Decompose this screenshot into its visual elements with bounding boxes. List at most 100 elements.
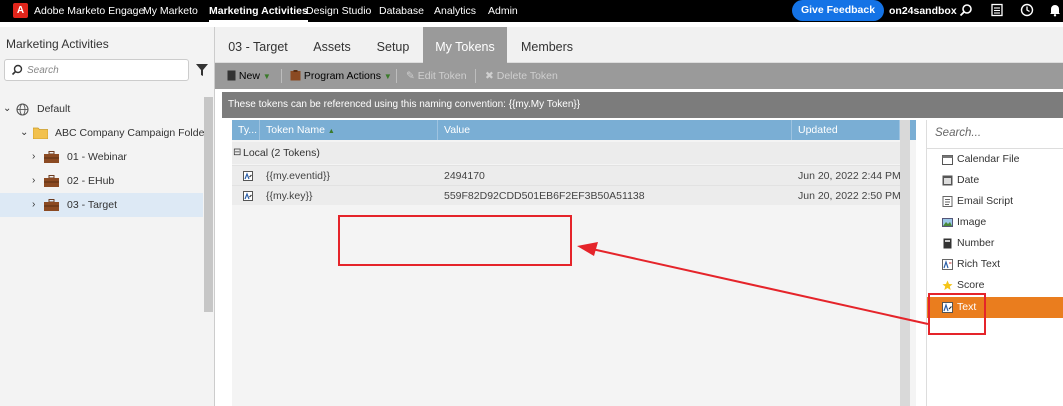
table-row[interactable]: {{my.key}} 559F82D92CDD501EB6F2EF3B50A51… xyxy=(232,185,901,205)
search-icon xyxy=(11,64,23,76)
nav-analytics[interactable]: Analytics xyxy=(434,0,476,22)
program-actions-label: Program Actions xyxy=(303,70,381,82)
tree-item-03-target[interactable]: › 03 - Target xyxy=(0,193,203,217)
dropdown-arrow-icon: ▼ xyxy=(262,72,271,81)
edit-token-label: Edit Token xyxy=(417,70,467,82)
token-group-local[interactable]: ⊟ Local (2 Tokens) xyxy=(232,142,900,164)
marketing-activities-panel: Marketing Activities Search ⌄ Default ⌄ … xyxy=(0,27,215,406)
token-type-calendar-file[interactable]: Calendar File xyxy=(927,149,1063,170)
script-icon xyxy=(942,196,953,207)
token-type-rich-text[interactable]: Rich Text xyxy=(927,254,1063,275)
chevron-down-icon[interactable]: ⌄ xyxy=(20,121,28,145)
toolbar-separator xyxy=(475,69,476,83)
tab-members[interactable]: Members xyxy=(507,27,587,63)
nav-design-studio[interactable]: Design Studio xyxy=(306,0,371,22)
toolbar-separator xyxy=(396,69,397,83)
nav-my-marketo[interactable]: My Marketo xyxy=(143,0,198,22)
bell-icon[interactable] xyxy=(1048,3,1062,17)
star-icon xyxy=(942,280,953,290)
tab-setup[interactable]: Setup xyxy=(363,27,423,63)
token-type-image[interactable]: Image xyxy=(927,212,1063,233)
clock-icon[interactable] xyxy=(1020,3,1034,17)
token-updated: Jun 20, 2022 2:44 PM xyxy=(798,170,901,182)
token-type-label: Date xyxy=(957,174,980,186)
image-icon xyxy=(942,218,953,227)
token-value: 559F82D92CDD501EB6F2EF3B50A51138 xyxy=(444,190,645,202)
delete-token-button[interactable]: ✖ Delete Token xyxy=(485,63,558,89)
grid-icon[interactable] xyxy=(990,3,1004,17)
program-actions-icon xyxy=(290,70,301,81)
delete-icon: ✖ xyxy=(485,70,494,82)
token-type-number[interactable]: Number xyxy=(927,233,1063,254)
program-actions-button[interactable]: Program Actions ▼ xyxy=(290,63,392,89)
text-token-icon xyxy=(243,171,253,181)
tab-my-tokens[interactable]: My Tokens xyxy=(423,27,507,63)
column-value[interactable]: Value xyxy=(438,120,792,140)
tree-item-label: 02 - EHub xyxy=(67,175,115,187)
chevron-right-icon[interactable]: › xyxy=(32,145,35,169)
briefcase-icon xyxy=(44,151,59,163)
token-updated: Jun 20, 2022 2:50 PM xyxy=(798,190,901,202)
token-type-search-input[interactable]: Search... xyxy=(935,127,981,139)
tree-item-abc-company-folder[interactable]: ⌄ ABC Company Campaign Folder xyxy=(0,121,208,145)
tree-item-label: ABC Company Campaign Folder xyxy=(55,127,208,139)
collapse-icon[interactable]: ⊟ xyxy=(233,142,241,164)
nav-admin[interactable]: Admin xyxy=(488,0,518,22)
token-grid: Ty... Token Name ▲ Value Updated ⊟ Local… xyxy=(232,120,916,406)
sort-ascending-icon: ▲ xyxy=(327,128,335,135)
tree-item-default[interactable]: ⌄ Default xyxy=(0,97,203,121)
nav-marketing-activities[interactable]: Marketing Activities xyxy=(209,0,308,22)
column-type[interactable]: Ty... xyxy=(232,120,260,140)
token-value: 2494170 xyxy=(444,170,485,182)
tree-item-01-webinar[interactable]: › 01 - Webinar xyxy=(0,145,203,169)
top-navigation: A Adobe Marketo Engage My Marketo Market… xyxy=(0,0,1063,22)
token-type-label: Calendar File xyxy=(957,153,1020,165)
tree-item-label: 03 - Target xyxy=(67,199,118,211)
adobe-logo-icon[interactable]: A xyxy=(13,3,28,18)
token-name: {{my.eventid}} xyxy=(266,170,331,182)
search-placeholder: Search xyxy=(27,65,59,76)
token-name: {{my.key}} xyxy=(266,190,313,202)
table-row[interactable]: {{my.eventid}} 2494170 Jun 20, 2022 2:44… xyxy=(232,165,901,185)
edit-token-button[interactable]: ✎ Edit Token xyxy=(406,63,467,89)
column-token-name[interactable]: Token Name ▲ xyxy=(260,120,438,140)
drop-target-annotation xyxy=(338,215,572,266)
new-button[interactable]: New ▼ xyxy=(227,63,271,89)
token-type-date[interactable]: Date xyxy=(927,170,1063,191)
delete-token-label: Delete Token xyxy=(496,70,558,82)
tree-item-label: 01 - Webinar xyxy=(67,151,127,163)
tab-bar: 03 - Target Assets Setup My Tokens Membe… xyxy=(215,27,1063,63)
tree-item-label: Default xyxy=(37,103,71,115)
instance-name[interactable]: on24sandbox xyxy=(889,0,957,22)
chevron-right-icon[interactable]: › xyxy=(32,193,35,217)
tree-item-02-ehub[interactable]: › 02 - EHub xyxy=(0,169,203,193)
calculator-icon xyxy=(943,238,952,249)
token-type-email-script[interactable]: Email Script xyxy=(927,191,1063,212)
nav-database[interactable]: Database xyxy=(379,0,424,22)
grid-header: Ty... Token Name ▲ Value Updated xyxy=(232,120,916,140)
column-token-name-label: Token Name xyxy=(266,124,325,136)
brand-name[interactable]: Adobe Marketo Engage xyxy=(34,0,144,22)
tab-program-name[interactable]: 03 - Target xyxy=(215,27,301,63)
text-token-highlight-annotation xyxy=(928,293,986,335)
folder-icon xyxy=(33,127,48,139)
briefcase-icon xyxy=(44,175,59,187)
chevron-down-icon[interactable]: ⌄ xyxy=(3,97,11,121)
filter-icon[interactable] xyxy=(196,64,208,76)
rich-text-icon xyxy=(942,259,953,270)
column-updated[interactable]: Updated xyxy=(792,120,900,140)
tree-search-input[interactable]: Search xyxy=(4,59,189,81)
text-token-icon xyxy=(243,191,253,201)
new-button-label: New xyxy=(238,70,260,82)
token-naming-info: These tokens can be referenced using thi… xyxy=(222,92,1063,118)
tab-assets[interactable]: Assets xyxy=(301,27,363,63)
token-type-label: Email Script xyxy=(957,195,1014,207)
grid-scrollbar[interactable] xyxy=(900,120,910,406)
search-icon[interactable] xyxy=(959,3,973,17)
new-document-icon xyxy=(227,70,236,81)
give-feedback-button[interactable]: Give Feedback xyxy=(792,0,884,21)
token-type-label: Number xyxy=(957,237,995,249)
briefcase-icon xyxy=(44,199,59,211)
tree-scrollbar[interactable] xyxy=(204,97,213,312)
chevron-right-icon[interactable]: › xyxy=(32,169,35,193)
